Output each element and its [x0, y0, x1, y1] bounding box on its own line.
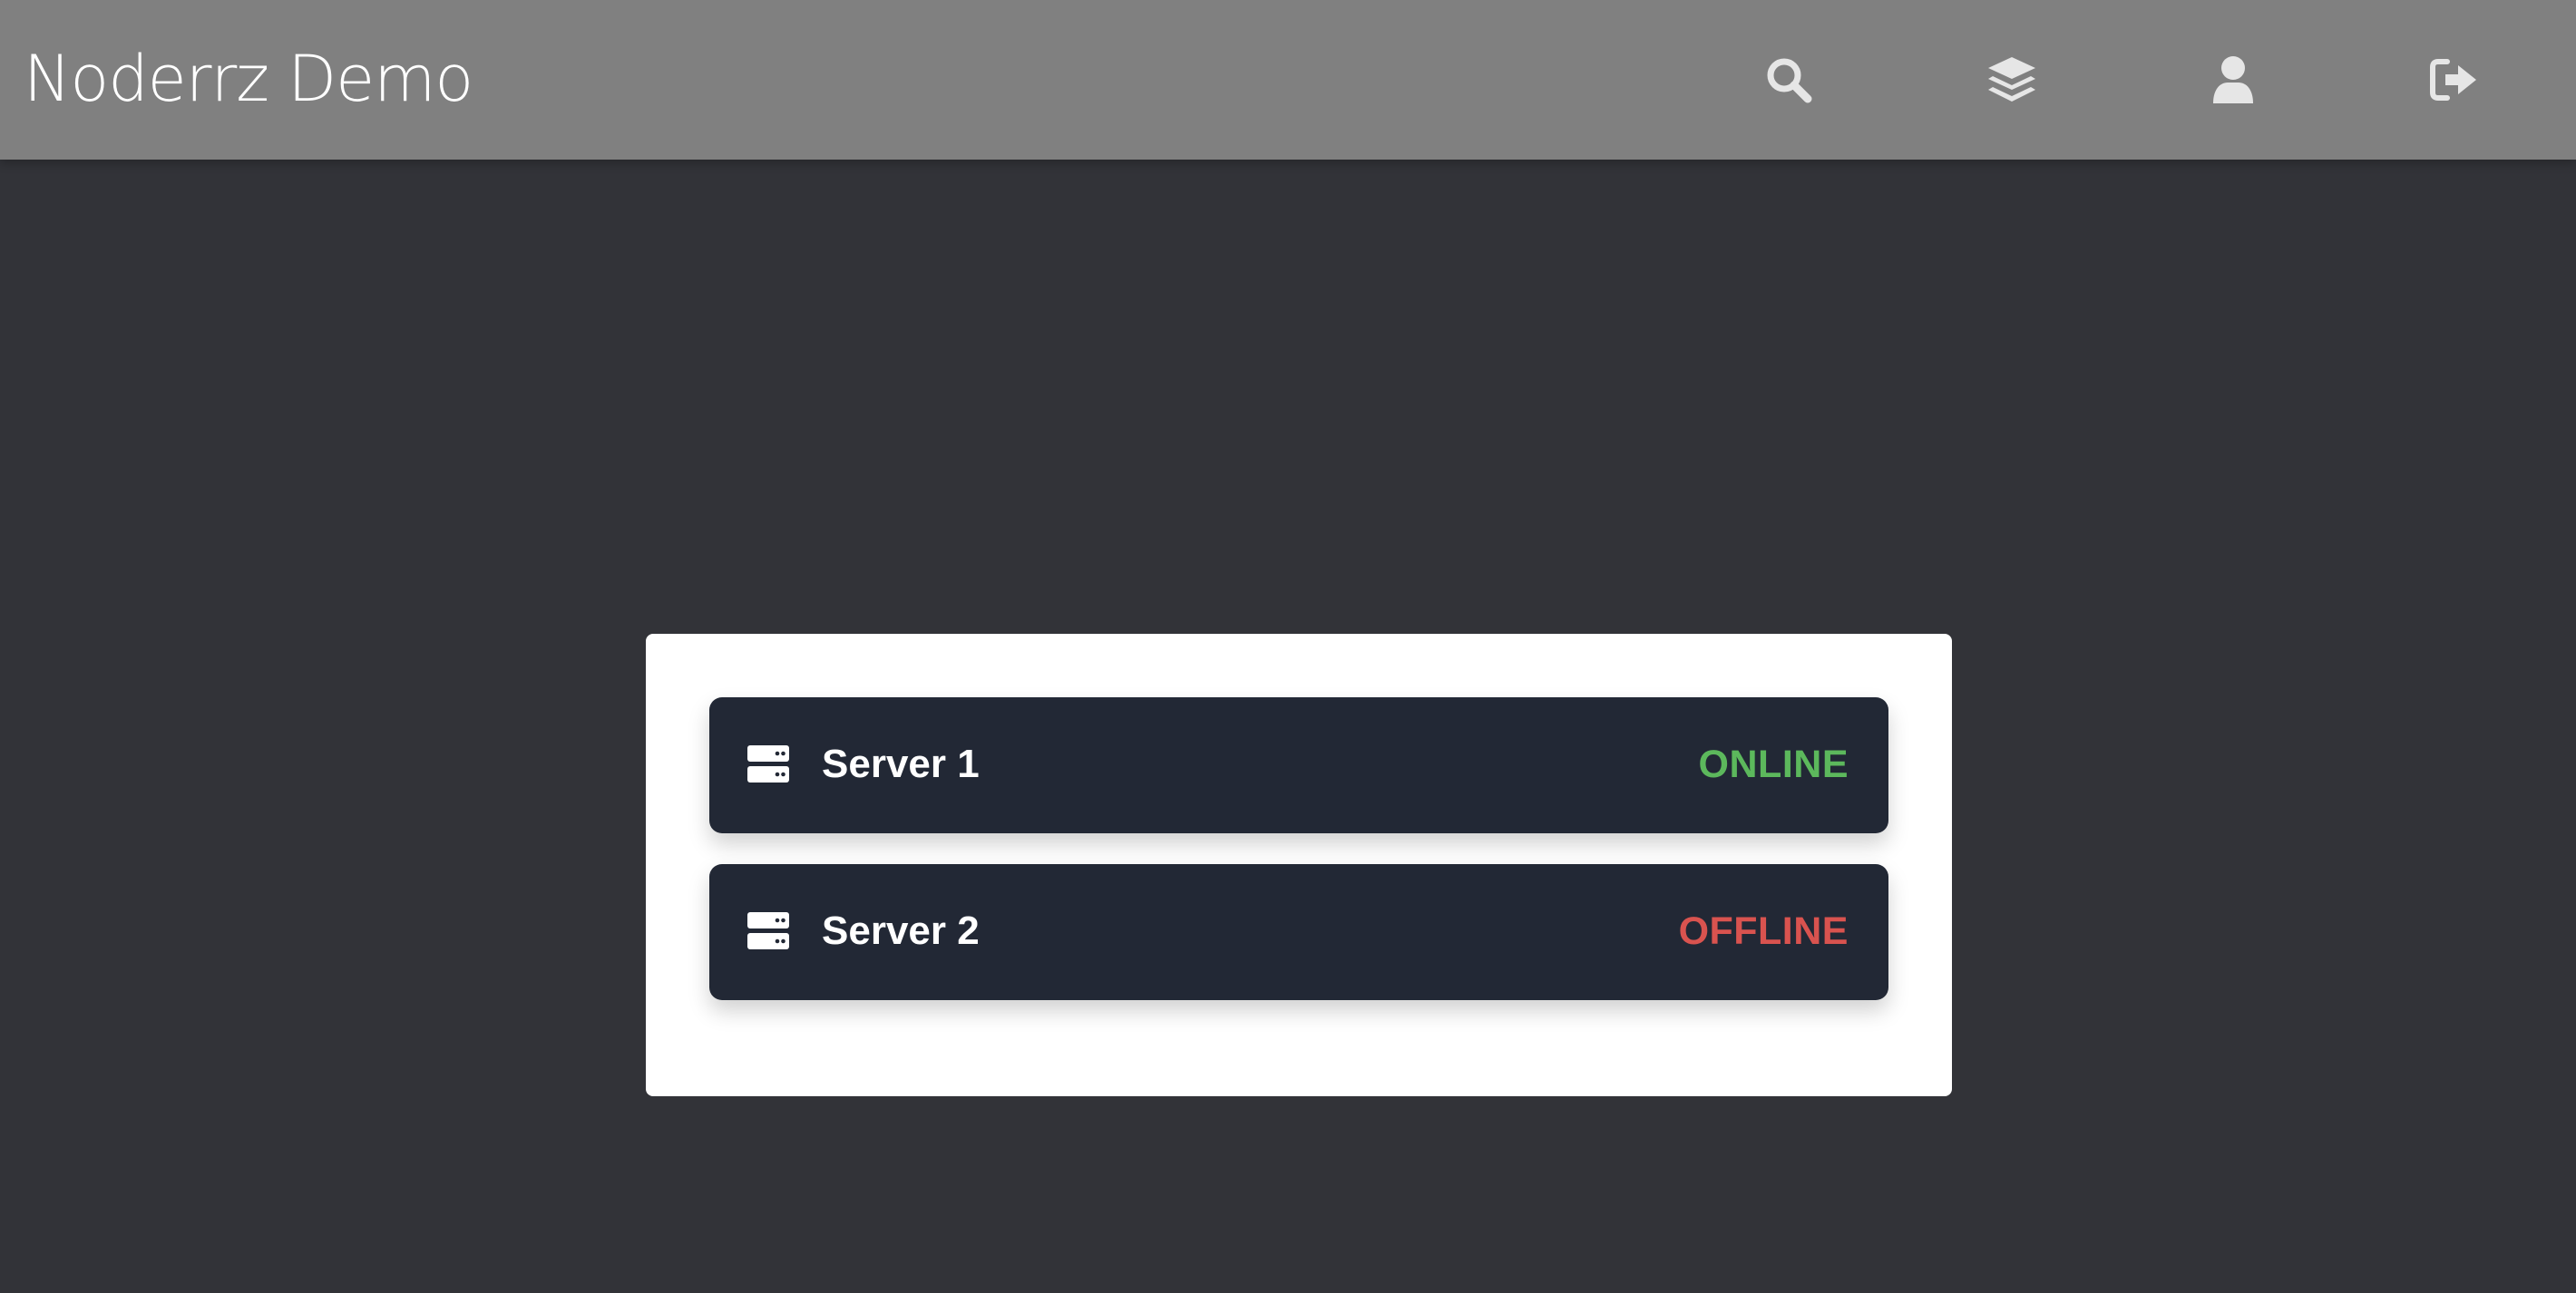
- app-title[interactable]: Noderrz Demo: [24, 38, 473, 120]
- server-list-panel: Server 1 ONLINE Server 2 OFFLINE: [646, 634, 1952, 1096]
- layers-button[interactable]: [1977, 45, 2046, 114]
- server-icon: [747, 912, 789, 950]
- logout-icon: [2430, 59, 2476, 101]
- server-status-badge: ONLINE: [1698, 743, 1849, 786]
- server-icon: [747, 745, 789, 783]
- layers-icon: [1988, 57, 2035, 102]
- server-row[interactable]: Server 2 OFFLINE: [709, 864, 1888, 1000]
- user-icon: [2213, 56, 2253, 103]
- server-name: Server 1: [822, 742, 980, 786]
- top-navbar: Noderrz Demo: [0, 0, 2576, 160]
- user-button[interactable]: [2199, 45, 2268, 114]
- search-button[interactable]: [1754, 45, 1823, 114]
- logout-button[interactable]: [2420, 45, 2489, 114]
- server-name: Server 2: [822, 909, 980, 953]
- server-row[interactable]: Server 1 ONLINE: [709, 697, 1888, 833]
- search-icon: [1767, 58, 1812, 103]
- server-status-badge: OFFLINE: [1678, 909, 1849, 953]
